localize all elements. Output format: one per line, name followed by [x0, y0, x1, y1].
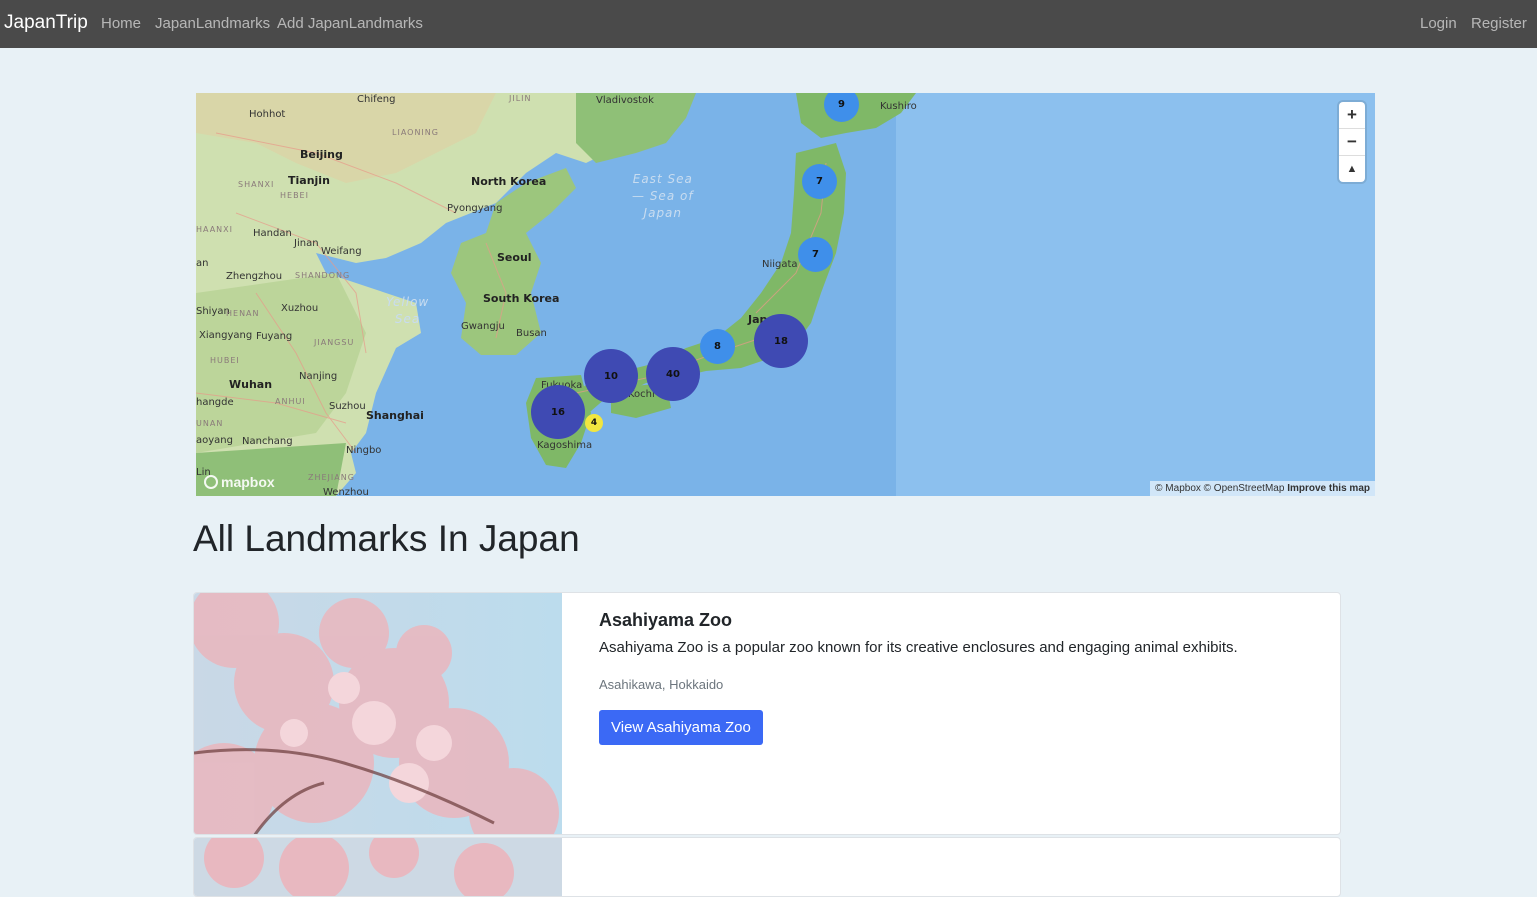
landmark-image — [194, 838, 562, 896]
place-shandong: SHANDONG — [295, 271, 351, 280]
place-tianjin: Tianjin — [288, 174, 330, 187]
place-hubei: HUBEI — [210, 356, 240, 365]
place-suzhou: Suzhou — [329, 401, 366, 412]
place-east-sea: East Sea — Sea of Japan — [632, 172, 694, 220]
place-north-korea: North Korea — [471, 175, 547, 188]
nav-add-japan-landmarks[interactable]: Add JapanLandmarks — [277, 15, 423, 32]
place-nanchang: Nanchang — [242, 436, 293, 447]
place-shaanxi: HAANXI — [196, 225, 234, 234]
place-ningbo: Ningbo — [346, 445, 382, 456]
place-niigata: Niigata — [762, 259, 798, 270]
nav-login[interactable]: Login — [1420, 15, 1457, 32]
cluster-marker[interactable]: 7 — [802, 164, 837, 199]
place-south-korea: South Korea — [483, 292, 560, 305]
landmark-image — [194, 593, 562, 834]
place-henan: HENAN — [226, 309, 260, 318]
nav-register[interactable]: Register — [1471, 15, 1527, 32]
place-an: an — [196, 258, 209, 269]
brand-link[interactable]: JapanTrip — [4, 12, 88, 34]
cluster-marker[interactable]: 18 — [754, 314, 808, 368]
map-zoom-controls: + − ▲ — [1339, 102, 1365, 182]
nav-japan-landmarks[interactable]: JapanLandmarks — [155, 15, 270, 32]
landmark-title: Asahiyama Zoo — [599, 610, 733, 630]
place-shanxi: SHANXI — [238, 180, 275, 189]
attribution-text[interactable]: © Mapbox © OpenStreetMap — [1155, 483, 1284, 494]
cluster-marker[interactable]: 4 — [585, 414, 603, 432]
place-kushiro: Kushiro — [880, 101, 917, 112]
landmark-card — [193, 837, 1341, 897]
landmarks-map[interactable]: Chifeng JILIN Vladivostok Hohhot LIAONIN… — [196, 93, 1375, 496]
place-liaoning: LIAONING — [392, 128, 439, 137]
place-jinan: Jinan — [294, 238, 319, 249]
place-wuhan: Wuhan — [229, 378, 273, 391]
mapbox-logo-text: mapbox — [221, 474, 275, 490]
cluster-marker[interactable]: 7 — [798, 237, 833, 272]
place-shaoyang: aoyang — [196, 435, 233, 446]
place-hunan: UNAN — [196, 419, 224, 428]
place-pyongyang: Pyongyang — [447, 203, 503, 214]
place-busan: Busan — [516, 328, 547, 339]
place-fuyang: Fuyang — [256, 331, 293, 342]
map-base-layer — [196, 93, 1375, 496]
cluster-marker[interactable]: 8 — [700, 329, 735, 364]
cluster-marker[interactable]: 40 — [646, 347, 700, 401]
place-hohhot: Hohhot — [249, 109, 286, 120]
place-jiangsu: JIANGSU — [314, 338, 355, 347]
zoom-out-button[interactable]: − — [1339, 129, 1365, 156]
view-landmark-button[interactable]: View Asahiyama Zoo — [599, 710, 763, 745]
place-hebei: HEBEI — [280, 191, 309, 200]
place-seoul: Seoul — [497, 251, 532, 264]
map-attribution: © Mapbox © OpenStreetMap Improve this ma… — [1150, 481, 1375, 496]
place-wenzhou: Wenzhou — [323, 487, 369, 496]
place-gwangju: Gwangju — [461, 321, 505, 332]
page-title: All Landmarks In Japan — [193, 518, 580, 559]
top-navbar: JapanTrip Home JapanLandmarks Add JapanL… — [0, 0, 1537, 48]
place-nanjing: Nanjing — [299, 371, 338, 382]
place-zhengzhou: Zhengzhou — [226, 271, 283, 282]
place-beijing: Beijing — [300, 148, 343, 161]
landmark-description: Asahiyama Zoo is a popular zoo known for… — [599, 639, 1238, 656]
cherry-blossom-image — [194, 838, 562, 896]
improve-map-link[interactable]: Improve this map — [1287, 483, 1370, 494]
place-changde: hangde — [196, 397, 234, 408]
landmark-card: Asahiyama Zoo Asahiyama Zoo is a popular… — [193, 592, 1341, 835]
cherry-blossom-image — [194, 593, 562, 834]
landmark-location: Asahikawa, Hokkaido — [599, 677, 724, 692]
place-kagoshima: Kagoshima — [537, 440, 593, 451]
compass-button[interactable]: ▲ — [1339, 156, 1365, 182]
mapbox-logo-icon — [204, 475, 218, 489]
place-shanghai: Shanghai — [366, 409, 424, 422]
place-chifeng: Chifeng — [357, 94, 396, 105]
place-yellow-sea: Yellow Sea — [386, 295, 430, 326]
place-zhejiang: ZHEJIANG — [308, 473, 355, 482]
place-anhui: ANHUI — [275, 397, 306, 406]
zoom-in-button[interactable]: + — [1339, 102, 1365, 129]
place-jilin: JILIN — [509, 94, 532, 103]
place-handan: Handan — [253, 228, 292, 239]
place-xuzhou: Xuzhou — [281, 303, 319, 314]
place-vladivostok: Vladivostok — [596, 95, 654, 106]
mapbox-logo[interactable]: mapbox — [204, 474, 275, 490]
cluster-marker[interactable]: 16 — [531, 385, 585, 439]
cluster-marker[interactable]: 10 — [584, 349, 638, 403]
nav-home[interactable]: Home — [101, 15, 141, 32]
place-xiangyang: Xiangyang — [199, 330, 253, 341]
place-shiyan: Shiyan — [196, 306, 230, 317]
place-weifang: Weifang — [321, 246, 362, 257]
